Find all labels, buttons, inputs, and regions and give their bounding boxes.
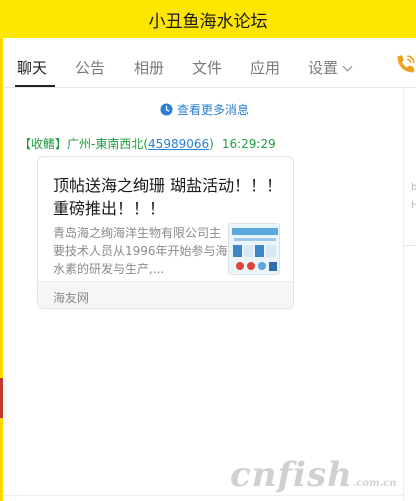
tab-settings-label: 设置 [308,59,339,77]
tab-files[interactable]: 文件 [192,57,222,78]
tab-announcements[interactable]: 公告 [75,57,105,78]
tab-settings[interactable]: 设置 [308,57,353,78]
side-panel-text: b [411,182,416,193]
message-time: 16:29:29 [221,137,276,151]
phone-icon[interactable] [395,52,416,76]
sender-tag: 【收鳍】 [19,137,68,151]
chat-window: 聊天 公告 相册 文件 应用 设置 b H 查看更多消息 【收鳍】广州-東南西北… [3,38,416,501]
card-footer: 海友网 [38,281,293,308]
shared-link-card[interactable]: 顶帖送海之绚珊 瑚盐活动！！！ 重磅推出！！！ 青岛海之绚海洋生物有限公司主要技… [37,156,294,309]
sender-id-link[interactable]: 45989066 [148,137,209,151]
tab-bar: 聊天 公告 相册 文件 应用 设置 [3,38,416,88]
side-panel-text: H [411,200,416,211]
view-more-messages-label: 查看更多消息 [177,103,250,117]
window-title-bar: 小丑鱼海水论坛 [0,0,416,38]
card-description: 青岛海之绚海洋生物有限公司主要技术人员从1996年开始参与海水素的研发与生产,.… [53,226,228,276]
sender-name[interactable]: 广州-東南西北 [67,137,143,151]
clock-icon [160,103,173,116]
view-more-messages-link[interactable]: 查看更多消息 [160,101,249,118]
message-header: 【收鳍】广州-東南西北(45989066) 16:29:29 [19,137,276,151]
card-title: 顶帖送海之绚珊 瑚盐活动！！！ 重磅推出！！！ [53,176,283,218]
watermark-text: cnfish [230,455,353,495]
card-source: 海友网 [53,291,90,305]
divider [404,245,416,246]
tab-album[interactable]: 相册 [134,57,164,78]
chevron-down-icon [342,61,353,72]
card-thumbnail [228,223,280,275]
tab-apps[interactable]: 应用 [250,57,280,78]
watermark-suffix: .com.cn [352,478,397,489]
tab-chat[interactable]: 聊天 [17,57,47,78]
active-tab-indicator [15,85,55,87]
watermark: cnfish.com.cn [230,455,397,495]
window-title: 小丑鱼海水论坛 [148,11,268,32]
divider [3,495,403,496]
side-panel: b H [403,89,416,501]
